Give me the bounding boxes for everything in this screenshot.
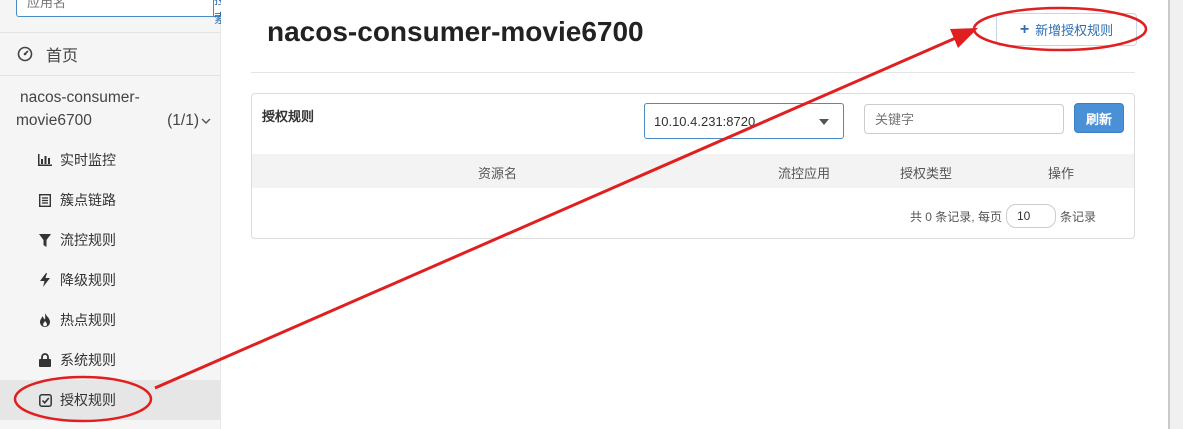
column-resource-name: 资源名 — [478, 166, 518, 181]
fire-icon — [38, 313, 52, 327]
machine-select-value: 10.10.4.231:8720 — [654, 113, 756, 129]
sidebar-item-label: 热点规则 — [60, 312, 116, 328]
pagination: 共 0 条记录, 每页 条记录 — [910, 204, 1096, 228]
app-name: nacos-consumer- — [20, 89, 140, 106]
panel-title: 授权规则 — [262, 109, 315, 124]
bolt-icon — [38, 273, 52, 287]
app-name-cont: movie6700 — [16, 112, 92, 129]
add-button-label: 新增授权规则 — [1035, 23, 1114, 38]
sidebar-item-label: 系统规则 — [60, 352, 116, 368]
filter-icon — [38, 233, 52, 247]
app-machine-count: (1/1) — [167, 112, 199, 129]
sidebar-item-label: 簇点链路 — [60, 192, 116, 208]
sidebar-item-label: 实时监控 — [60, 152, 116, 168]
sidebar: 搜索 首页 nacos-consumer- movie6700 (1/1) 实时… — [0, 0, 229, 429]
sidebar-item-label: 授权规则 — [60, 392, 116, 408]
pager-suffix-text: 条记录 — [1059, 209, 1096, 224]
sidebar-item-realtime-monitor[interactable]: 实时监控 — [0, 140, 220, 180]
app-search: 搜索 — [16, 0, 229, 26]
sidebar-item-label: 首页 — [46, 48, 79, 65]
divider — [251, 72, 1135, 73]
sidebar-item-label: 流控规则 — [60, 232, 116, 248]
pager-total-text: 共 0 条记录, 每页 — [909, 209, 1002, 224]
authority-rules-panel: 授权规则 10.10.4.231:8720 刷新 资源名 流控应用 授权类型 操… — [251, 93, 1135, 239]
window-scroll-edge — [1168, 0, 1183, 429]
machine-select[interactable]: 10.10.4.231:8720 — [644, 103, 844, 139]
sidebar-item-authority-rules[interactable]: 授权规则 — [0, 380, 220, 420]
check-square-icon — [38, 393, 52, 407]
keyword-input[interactable] — [864, 104, 1064, 134]
column-actions: 操作 — [1048, 166, 1075, 181]
sidebar-item-cluster-link[interactable]: 簇点链路 — [0, 180, 220, 220]
column-auth-type: 授权类型 — [900, 166, 953, 181]
sidebar-item-flow-rules[interactable]: 流控规则 — [0, 220, 220, 260]
add-authority-rule-button[interactable]: + 新增授权规则 — [996, 13, 1137, 46]
plus-icon: + — [1019, 20, 1030, 38]
sidebar-item-label: 降级规则 — [60, 272, 116, 288]
page-size-input[interactable] — [1005, 204, 1056, 228]
page-title: nacos-consumer-movie6700 — [267, 16, 644, 47]
list-icon — [38, 193, 52, 207]
sidebar-item-degrade-rules[interactable]: 降级规则 — [0, 260, 220, 300]
sidebar-item-system-rules[interactable]: 系统规则 — [0, 340, 220, 380]
column-limit-app: 流控应用 — [778, 166, 831, 181]
main-content: nacos-consumer-movie6700 + 新增授权规则 授权规则 1… — [221, 0, 1169, 429]
sidebar-menu: 实时监控 簇点链路 流控规则 降级规则 热点规则 系统规则 授权规则 — [0, 140, 220, 420]
caret-down-icon — [819, 119, 829, 125]
bar-chart-icon — [38, 153, 52, 167]
chevron-down-icon — [201, 118, 211, 124]
refresh-button[interactable]: 刷新 — [1074, 103, 1124, 133]
sidebar-item-home[interactable]: 首页 — [0, 32, 220, 76]
sidebar-item-hotspot-rules[interactable]: 热点规则 — [0, 300, 220, 340]
lock-icon — [38, 353, 52, 367]
table-header: 资源名 流控应用 授权类型 操作 — [252, 154, 1134, 188]
app-selector[interactable]: nacos-consumer- movie6700 (1/1) — [16, 86, 211, 132]
dashboard-icon — [17, 46, 33, 62]
app-search-input[interactable] — [16, 0, 214, 17]
